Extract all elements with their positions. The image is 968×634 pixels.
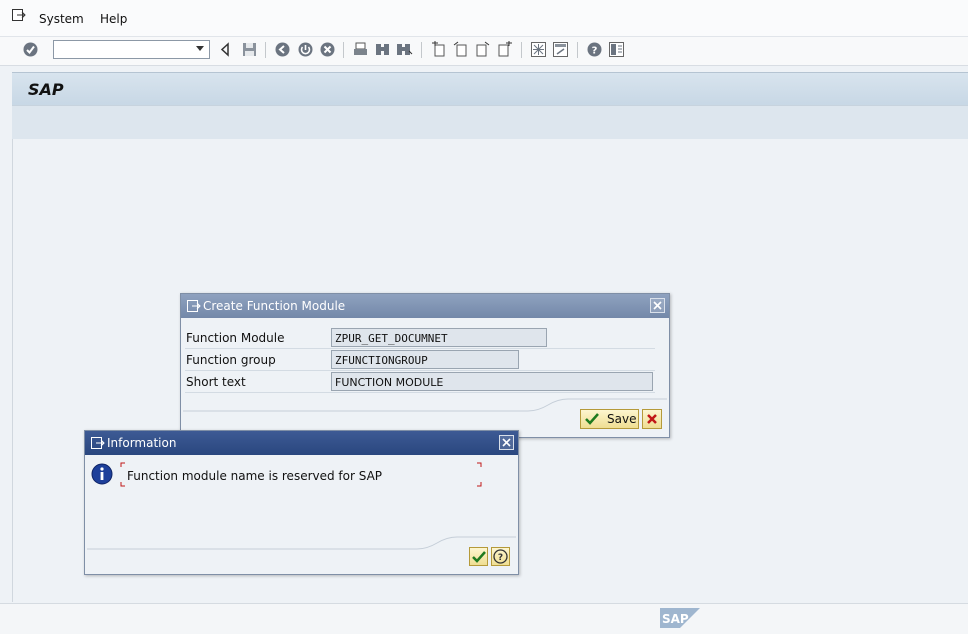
cancel-button[interactable]: [642, 409, 662, 429]
menu-help[interactable]: Help: [100, 12, 127, 26]
close-button[interactable]: [499, 435, 514, 450]
menu-system[interactable]: System: [39, 12, 84, 26]
exit-icon[interactable]: [297, 41, 314, 58]
check-icon: [585, 413, 599, 425]
enter-check-icon[interactable]: [22, 41, 39, 58]
command-field[interactable]: [53, 40, 210, 59]
create-session-icon[interactable]: [530, 41, 547, 58]
close-icon: [502, 438, 511, 447]
standard-toolbar: ?: [0, 37, 968, 66]
last-page-icon[interactable]: [496, 41, 513, 58]
first-page-icon[interactable]: [430, 41, 447, 58]
menu-icon[interactable]: [12, 9, 26, 21]
footer-divider: [87, 536, 516, 550]
short-text-input[interactable]: FUNCTION MODULE: [331, 372, 653, 391]
field-row-function-group: Function group ZFUNCTIONGROUP: [185, 349, 655, 371]
check-icon: [472, 551, 486, 563]
close-button[interactable]: [650, 298, 665, 313]
back-triangle-icon[interactable]: [217, 41, 234, 58]
function-group-label: Function group: [186, 353, 276, 367]
save-button-label: Save: [607, 412, 637, 426]
continue-button[interactable]: [469, 547, 488, 566]
save-icon[interactable]: [241, 41, 258, 58]
cancel-icon[interactable]: [319, 41, 336, 58]
print-icon[interactable]: [352, 41, 369, 58]
find-icon[interactable]: [374, 41, 391, 58]
next-page-icon[interactable]: [474, 41, 491, 58]
find-next-icon[interactable]: [396, 41, 413, 58]
close-icon: [653, 301, 662, 310]
dialog-title-bar: Information: [85, 431, 518, 455]
dialog-title: Information: [107, 436, 177, 450]
create-function-module-dialog: Create Function Module Function Module Z…: [180, 293, 670, 438]
function-group-input[interactable]: ZFUNCTIONGROUP: [331, 350, 519, 369]
shortcut-icon[interactable]: [552, 41, 569, 58]
info-icon: [91, 463, 113, 485]
function-module-input[interactable]: ZPUR_GET_DOCUMNET: [331, 328, 547, 347]
previous-page-icon[interactable]: [452, 41, 469, 58]
svg-text:?: ?: [592, 46, 598, 57]
info-message: Function module name is reserved for SAP: [127, 469, 383, 483]
screen-title: SAP: [28, 80, 64, 99]
command-dropdown-icon[interactable]: [196, 46, 204, 51]
cancel-x-icon: [647, 414, 657, 424]
function-module-label: Function Module: [186, 331, 285, 345]
window-menu-icon[interactable]: [187, 300, 201, 312]
application-toolbar: [12, 105, 968, 140]
dialog-title-bar: Create Function Module: [181, 294, 669, 318]
field-row-short-text: Short text FUNCTION MODULE: [185, 371, 655, 393]
help-icon: ?: [493, 549, 508, 564]
short-text-label: Short text: [186, 375, 246, 389]
back-icon[interactable]: [274, 41, 291, 58]
menu-bar: System Help: [0, 0, 968, 37]
help-icon[interactable]: ?: [586, 41, 603, 58]
dialog-title: Create Function Module: [203, 299, 346, 313]
svg-text:?: ?: [498, 553, 503, 563]
status-bar: SAP: [0, 603, 968, 634]
sap-logo: SAP: [660, 608, 700, 628]
window-menu-icon[interactable]: [91, 437, 105, 449]
screen-title-bar: SAP: [12, 72, 968, 106]
svg-text:SAP: SAP: [662, 612, 689, 626]
help-button[interactable]: ?: [491, 547, 510, 566]
save-button[interactable]: Save: [580, 409, 639, 429]
layout-menu-icon[interactable]: [608, 41, 625, 58]
information-dialog: Information Function module name is rese…: [84, 430, 519, 575]
field-row-function-module: Function Module ZPUR_GET_DOCUMNET: [185, 327, 655, 349]
